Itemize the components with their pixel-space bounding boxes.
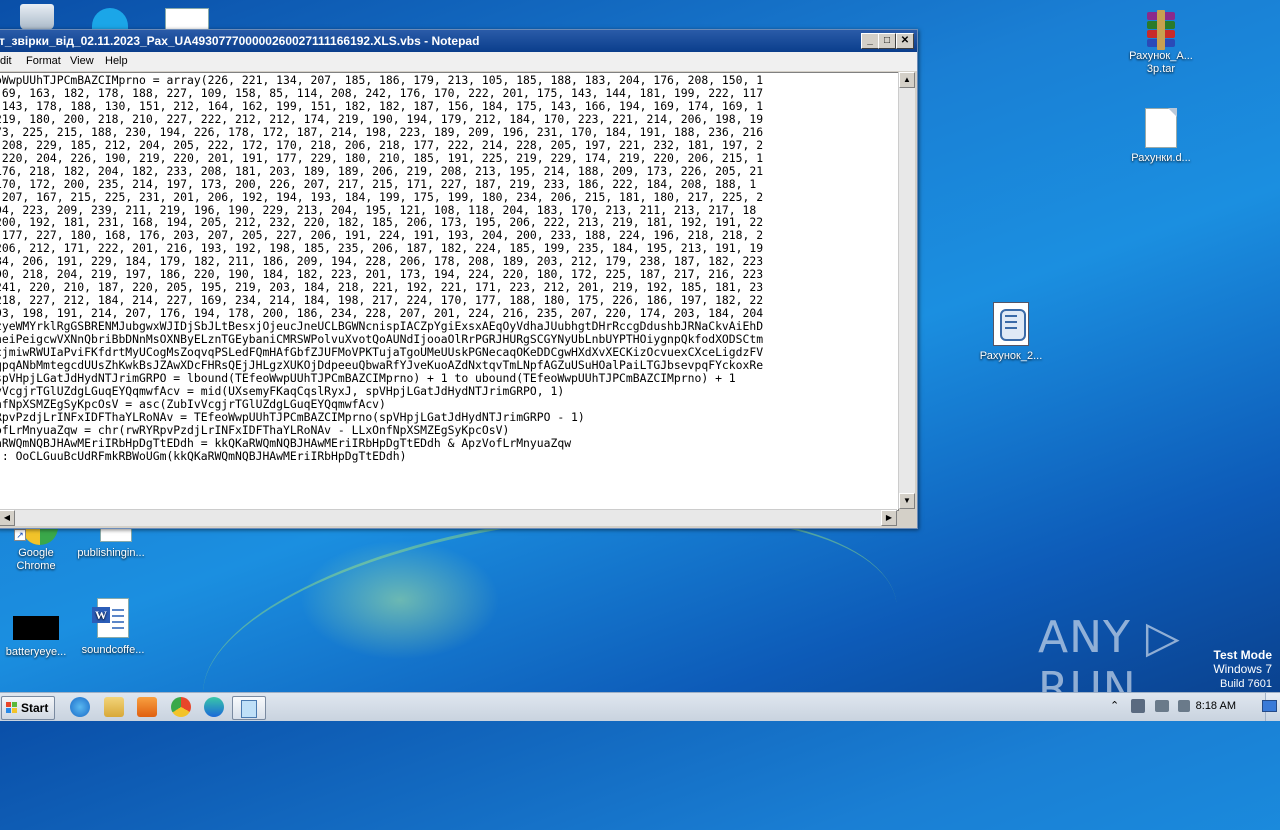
action-center-icon[interactable] [1262,700,1277,712]
windows-flag-icon [6,702,18,714]
horizontal-scrollbar[interactable]: ◀ ▶ [0,509,897,526]
menu-help[interactable]: Help [105,55,128,67]
code-line: 73, 225, 215, 188, 230, 194, 226, 178, 1… [0,124,764,139]
menu-bar: dit Format View Help [0,52,917,71]
recycle-bin-icon[interactable] [20,4,54,30]
chrome-label: Google Chrome [16,547,56,572]
code-line: ofLrMnyuaZqw = chr(rwRYRpvPzdjLrINFxIDFT… [0,422,510,437]
start-button[interactable]: Start [1,696,55,720]
blank-doc-label: Рахунки.d... [1131,152,1191,164]
code-line: nfNpXSMZEgSyKpcOsV = asc(ZubIvVcgjrTGlUZ… [0,396,386,411]
scroll-left-arrow-icon[interactable]: ◀ [0,510,15,526]
edge-icon[interactable] [204,697,224,717]
build-label: Build 7601 [1220,678,1272,690]
start-label: Start [21,701,49,715]
code-line: oWwpUUhTJPCmBAZCIMprno = array(226, 221,… [0,73,764,87]
file-explorer-icon[interactable] [104,697,124,717]
code-line: 208, 229, 185, 212, 204, 205, 222, 172, … [0,137,764,152]
menu-format[interactable]: Format [26,55,61,67]
code-line: 219, 180, 200, 218, 210, 227, 222, 212, … [0,111,764,126]
notepad-taskbar-button[interactable] [232,696,266,720]
taskbar: Start ⌃ 8:18 AM [0,692,1280,721]
vbs-script-label: Рахунок_2... [979,350,1043,362]
vbs-script-file[interactable]: Рахунок_2... [971,302,1051,363]
close-icon: ✕ [900,35,910,46]
vertical-scrollbar[interactable]: ▲ ▼ [898,72,915,509]
close-button[interactable]: ✕ [896,33,914,49]
code-line: 170, 172, 200, 235, 214, 197, 173, 200, … [0,176,757,191]
word-document-icon: W [92,598,129,638]
volume-icon[interactable] [1178,700,1190,712]
code-line: 207, 167, 215, 225, 231, 201, 206, 192, … [0,189,764,204]
scroll-right-arrow-icon[interactable]: ▶ [881,510,897,526]
soundcoffee-doc-file[interactable]: W soundcoffe... [73,598,153,657]
soundcoffee-label: soundcoffe... [81,644,145,656]
clock[interactable]: 8:18 AM [1196,700,1236,712]
batteryeye-file[interactable]: batteryeye... [0,616,76,659]
notepad-icon [241,700,257,718]
minimize-icon: _ [867,35,873,46]
maximize-button[interactable]: □ [878,33,896,49]
batteryeye-label: batteryeye... [5,646,67,658]
shortcut-arrow-icon: ↗ [14,529,26,541]
code-line: vVcgjrTGlUZdgLGuqEYQqmwfAcv = mid(UXsemy… [0,383,565,398]
publishing-doc-icon [100,527,132,542]
media-player-icon[interactable] [137,697,157,717]
rar-archive-file[interactable]: Рахунок_А... 3р.tar [1121,10,1201,76]
windows-version-label: Windows 7 [1213,662,1272,676]
wallpaper-glow [300,540,500,660]
script-file-icon [993,302,1029,346]
code-line: .69, 163, 182, 178, 188, 227, 109, 158, … [0,85,764,100]
code-line: qpqANbMmtegcdUUsZhKwkBsJZAwXDcFHRsQEjJHL… [0,357,764,372]
code-line: 220, 204, 226, 190, 219, 220, 201, 191, … [0,150,764,165]
battery-icon[interactable] [1155,700,1169,712]
publishing-label: publishingin... [77,547,145,559]
rar-archive-label: Рахунок_А... 3р.tar [1129,50,1193,75]
code-line: 143, 178, 188, 130, 151, 212, 164, 162, … [0,98,764,113]
test-mode-label: Test Mode [1213,648,1272,662]
internet-explorer-icon[interactable] [70,697,90,717]
scroll-down-arrow-icon[interactable]: ▼ [899,493,915,509]
black-thumbnail-icon [13,616,59,640]
code-line: 176, 218, 182, 204, 182, 233, 208, 181, … [0,163,764,178]
text-editor-area[interactable]: oWwpUUhTJPCmBAZCIMprno = array(226, 221,… [0,72,899,511]
window-title: т_звірки_від_02.11.2023_Рах_UA4930777000… [0,34,480,48]
maximize-icon: □ [883,35,891,46]
code-line: : OoCLGuuBcUdRFmkRBWoUGm(kkQKaRWQmNQBJHA… [0,448,407,463]
scroll-up-arrow-icon[interactable]: ▲ [899,72,915,88]
network-icon[interactable] [1131,699,1145,713]
minimize-button[interactable]: _ [861,33,879,49]
winrar-icon [1141,10,1181,50]
notepad-window[interactable]: т_звірки_від_02.11.2023_Рах_UA4930777000… [0,29,918,529]
code-line: spVHpjLGatJdHydNTJrimGRPO = lbound(TEfeo… [0,370,736,385]
blank-doc-file[interactable]: Рахунки.d... [1121,108,1201,165]
code-line: RpvPzdjLrINFxIDFThaYLRoNAv = TEfeoWwpUUh… [0,409,585,424]
menu-view[interactable]: View [70,55,94,67]
chrome-taskbar-icon[interactable] [171,697,191,717]
menu-edit[interactable]: dit [0,55,12,67]
code-line: aRWQmNQBJHAwMEriIRbHpDgTtEDdh = kkQKaRWQ… [0,435,572,450]
tray-expand-icon[interactable]: ⌃ [1110,699,1119,712]
window-titlebar[interactable]: т_звірки_від_02.11.2023_Рах_UA4930777000… [0,30,917,52]
code-text: oWwpUUhTJPCmBAZCIMprno = array(226, 221,… [0,74,763,463]
blank-document-icon [1145,108,1177,148]
